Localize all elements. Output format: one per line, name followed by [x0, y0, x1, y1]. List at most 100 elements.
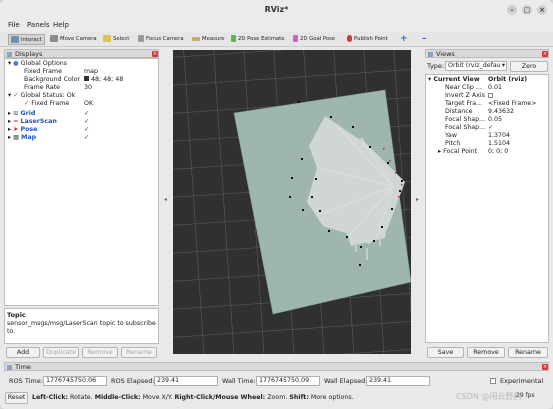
move-camera-icon — [50, 35, 58, 42]
map-enabled-checkbox[interactable]: ✓ — [84, 134, 89, 142]
publish-point-tool[interactable]: Publish Point — [347, 34, 388, 45]
experimental-label: Experimental — [500, 377, 544, 385]
color-swatch — [84, 76, 89, 81]
views-title: Views — [436, 50, 455, 58]
view-type-select[interactable]: Orbit (rviz_defau ▾ — [445, 61, 507, 71]
collapse-left-icon[interactable]: ◂ — [164, 196, 167, 203]
distance-label: Distance — [445, 108, 473, 115]
globe-icon: ● — [13, 60, 19, 67]
add-button[interactable]: Add — [6, 347, 40, 358]
rename-view-button[interactable]: Rename — [508, 347, 548, 358]
time-close-icon[interactable]: × — [542, 364, 548, 370]
reset-button[interactable]: Reset — [5, 392, 28, 404]
displays-tree[interactable]: ▾ ● Global Options Fixed Frame map Backg… — [4, 58, 159, 306]
background-color-value[interactable]: 48; 48; 48 — [84, 76, 123, 84]
menu-file[interactable]: File — [8, 21, 20, 29]
wall-elapsed-label: Wall Elapsed: — [324, 377, 368, 385]
invert-z-label: Invert Z Axis — [445, 92, 485, 99]
minimize-icon[interactable]: – — [507, 5, 517, 15]
goal-pose-tool[interactable]: 2D Goal Pose — [293, 34, 335, 45]
menu-bar: File Panels Help — [0, 19, 553, 32]
grid-enabled-checkbox[interactable]: ✓ — [84, 110, 89, 118]
focus-camera-icon — [138, 35, 144, 42]
duplicate-button[interactable]: Duplicate — [43, 347, 79, 358]
time-title: Time — [15, 363, 31, 371]
select-icon — [103, 35, 111, 42]
interact-icon — [11, 36, 19, 43]
focal-shape-fixed-label: Focal Shap... — [445, 124, 486, 131]
ros-elapsed-field[interactable]: 239.41 — [154, 376, 218, 386]
yaw-label: Yaw — [445, 132, 457, 139]
views-tree[interactable]: ▾ Current View Orbit (rviz) Near Clip ..… — [425, 74, 549, 343]
measure-tool[interactable]: Measure — [192, 34, 225, 45]
fixed-frame-status-row[interactable]: ✓ Fixed Frame — [24, 100, 69, 108]
invert-z-checkbox[interactable] — [488, 93, 493, 98]
global-status-row[interactable]: ▾ ✓ Global Status: Ok — [8, 92, 75, 100]
wall-time-label: Wall Time: — [222, 377, 256, 385]
add-tool-plus-icon[interactable]: + — [400, 34, 408, 45]
ros-elapsed-label: ROS Elapsed: — [111, 377, 155, 385]
current-view-row[interactable]: ▾ Current View — [428, 76, 480, 84]
focal-point-value[interactable]: 0; 0; 0 — [488, 148, 508, 156]
save-view-button[interactable]: Save — [427, 347, 464, 358]
near-clip-value[interactable]: 0.01 — [488, 84, 502, 92]
display-pose[interactable]: ▸ ➤ Pose — [8, 126, 37, 134]
pose-estimate-tool[interactable]: 2D Pose Estimate — [231, 34, 284, 45]
map-icon: ▦ — [13, 134, 20, 141]
zero-button[interactable]: Zero — [510, 61, 548, 72]
render-viewport[interactable] — [173, 50, 411, 354]
focal-point-row[interactable]: ▸ Focal Point — [438, 148, 477, 156]
frame-rate-value[interactable]: 30 — [84, 84, 92, 92]
background-color-row[interactable]: Background Color — [24, 76, 80, 84]
ros-time-field[interactable]: 1776745750.06 — [43, 376, 107, 386]
focal-shape-fixed-checkbox[interactable]: ✓ — [488, 124, 493, 132]
interact-tool[interactable]: Interact — [8, 34, 45, 45]
focus-camera-tool[interactable]: Focus Camera — [138, 34, 184, 45]
mouse-hint: Left-Click: Rotate. Middle-Click: Move X… — [32, 394, 354, 401]
current-view-value: Orbit (rviz) — [488, 76, 528, 83]
menu-panels[interactable]: Panels — [27, 21, 50, 29]
target-frame-value[interactable]: <Fixed Frame> — [488, 100, 537, 108]
close-icon[interactable]: × — [537, 5, 547, 15]
pitch-value[interactable]: 1.5104 — [488, 140, 510, 148]
displays-close-icon[interactable]: × — [152, 51, 158, 57]
wall-time-field[interactable]: 1776745750.09 — [256, 376, 320, 386]
fixed-frame-row[interactable]: Fixed Frame — [24, 68, 62, 76]
yaw-value[interactable]: 1.3704 — [488, 132, 510, 140]
measure-icon — [192, 36, 200, 41]
remove-view-button[interactable]: Remove — [467, 347, 505, 358]
display-laserscan[interactable]: ▸ ≈ LaserScan — [8, 118, 57, 126]
scene-svg — [173, 50, 411, 354]
remove-display-button[interactable]: Remove — [82, 347, 118, 358]
menu-help[interactable]: Help — [53, 21, 69, 29]
maximize-icon[interactable]: □ — [522, 5, 532, 15]
move-camera-tool[interactable]: Move Camera — [50, 34, 97, 45]
focal-shape-size-value[interactable]: 0.05 — [488, 116, 502, 124]
pose-enabled-checkbox[interactable]: ✓ — [84, 126, 89, 134]
tool-bar: Interact Move Camera Select Focus Camera… — [0, 32, 553, 47]
panel-icon — [428, 52, 433, 57]
distance-value[interactable]: 9.43632 — [488, 108, 514, 116]
collapse-right-icon[interactable]: ▸ — [416, 196, 419, 203]
display-global-options[interactable]: ▾ ● Global Options — [8, 60, 67, 68]
views-close-icon[interactable]: × — [542, 51, 548, 57]
rviz-window: RViz* – □ × File Panels Help Interact Mo… — [0, 0, 553, 409]
display-grid[interactable]: ▸ ⊞ Grid — [8, 110, 35, 118]
window-title: RViz* — [264, 5, 289, 14]
select-tool[interactable]: Select — [103, 34, 129, 45]
chevron-down-icon: ▾ — [501, 62, 505, 69]
fixed-frame-value[interactable]: map — [84, 68, 98, 76]
pose-estimate-icon — [231, 35, 236, 42]
displays-header: Displays × — [4, 49, 159, 58]
rename-display-button[interactable]: Rename — [121, 347, 157, 358]
experimental-checkbox[interactable] — [490, 378, 496, 384]
display-map[interactable]: ▸ ▦ Map — [8, 134, 36, 142]
remove-tool-minus-icon[interactable]: – — [422, 34, 427, 45]
help-title: Topic — [7, 311, 26, 319]
pitch-label: Pitch — [445, 140, 461, 147]
frame-rate-row[interactable]: Frame Rate — [24, 84, 60, 92]
wall-elapsed-field[interactable]: 239.41 — [366, 376, 430, 386]
fixed-frame-status-value: OK — [84, 100, 94, 107]
grid-icon: ⊞ — [13, 110, 19, 117]
laserscan-enabled-checkbox[interactable]: ✓ — [84, 118, 89, 126]
